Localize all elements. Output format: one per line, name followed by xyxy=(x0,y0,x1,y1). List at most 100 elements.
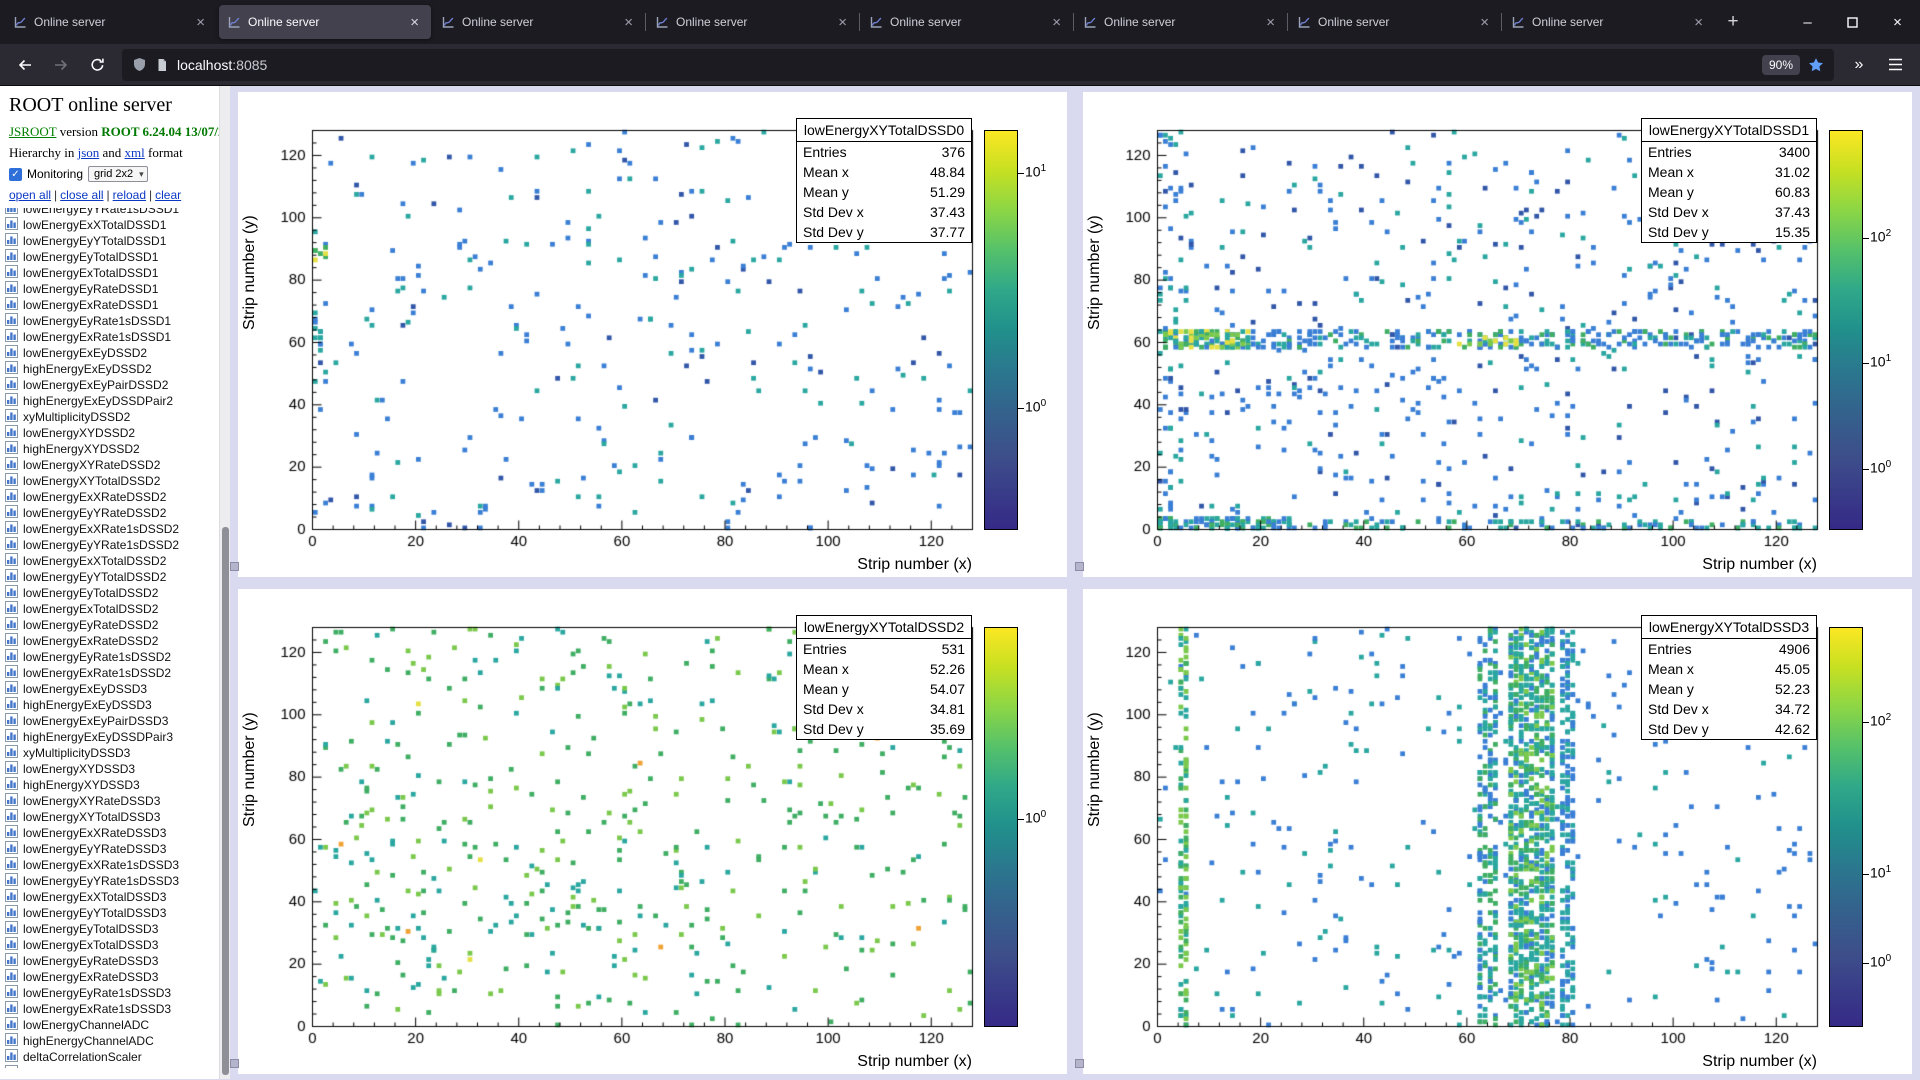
browser-tab[interactable]: Online server× xyxy=(647,5,859,39)
tree-item[interactable]: lowEnergyExXTotalDSSD3 xyxy=(0,889,230,905)
tree-item[interactable]: lowEnergyXYRateDSSD2 xyxy=(0,457,230,473)
tree-item[interactable]: highEnergyExEyDSSD3 xyxy=(0,697,230,713)
browser-tab[interactable]: Online server× xyxy=(5,5,217,39)
tab-close-icon[interactable]: × xyxy=(1262,14,1279,31)
browser-tab[interactable]: Online server× xyxy=(433,5,645,39)
tree-item[interactable]: lowEnergyExRateDSSD1 xyxy=(0,297,230,313)
tree-item[interactable]: lowEnergyExRateDSSD2 xyxy=(0,633,230,649)
tree-item[interactable]: lowEnergyExTotalDSSD3 xyxy=(0,937,230,953)
tree-item[interactable]: lowEnergyEyYTotalDSSD2 xyxy=(0,569,230,585)
tree-item[interactable]: lowEnergyXYTotalDSSD2 xyxy=(0,473,230,489)
stats-box[interactable]: lowEnergyXYTotalDSSD3Entries4906Mean x45… xyxy=(1641,615,1817,740)
url-bar[interactable]: localhost:8085 90% xyxy=(122,49,1834,81)
sidebar-action-open-all[interactable]: open all xyxy=(9,188,51,202)
tab-close-icon[interactable]: × xyxy=(192,14,209,31)
tree-item[interactable]: lowEnergyExEyPairDSSD2 xyxy=(0,377,230,393)
zoom-indicator[interactable]: 90% xyxy=(1762,55,1800,75)
overflow-chevron-button[interactable]: » xyxy=(1842,49,1876,81)
tree-item[interactable]: lowEnergyExXTotalDSSD2 xyxy=(0,553,230,569)
tree-item[interactable]: lowEnergyExXRateDSSD3 xyxy=(0,825,230,841)
stats-box[interactable]: lowEnergyXYTotalDSSD1Entries3400Mean x31… xyxy=(1641,118,1817,243)
tree-item[interactable]: lowEnergyEyYTotalDSSD1 xyxy=(0,233,230,249)
tree-item[interactable]: highEnergyChannelADC xyxy=(0,1033,230,1049)
tree-item[interactable]: highEnergyXYDSSD2 xyxy=(0,441,230,457)
tab-close-icon[interactable]: × xyxy=(834,14,851,31)
tree-item[interactable]: lowEnergyEyYRate1sDSSD1 xyxy=(0,208,230,217)
sidebar-scrollbar[interactable] xyxy=(219,86,230,1079)
tree-item[interactable]: lowEnergyEyRate1sDSSD3 xyxy=(0,985,230,1001)
sidebar-action-reload[interactable]: reload xyxy=(113,188,146,202)
tree-item[interactable]: lowEnergyExTotalDSSD2 xyxy=(0,601,230,617)
tree-item[interactable]: lowEnergyExEyPairDSSD3 xyxy=(0,713,230,729)
back-button[interactable] xyxy=(8,49,42,81)
minimize-button[interactable]: – xyxy=(1785,0,1830,44)
tree-item[interactable]: highEnergyXYDSSD3 xyxy=(0,777,230,793)
reload-button[interactable] xyxy=(80,49,114,81)
stats-box[interactable]: lowEnergyXYTotalDSSD0Entries376Mean x48.… xyxy=(796,118,972,243)
pad-resize-handle[interactable] xyxy=(230,1059,239,1068)
tree-item[interactable]: xyMultiplicityDSSD3 xyxy=(0,745,230,761)
tree-item[interactable]: deltaCorrelationScaler xyxy=(0,1049,230,1065)
tree-item[interactable]: lowEnergyEyYRate1sDSSD3 xyxy=(0,873,230,889)
tree-item[interactable]: lowEnergyExEyDSSD3 xyxy=(0,681,230,697)
tree-item[interactable]: lowEnergyEyRate1sDSSD2 xyxy=(0,649,230,665)
tree-item[interactable]: lowEnergyExTotalDSSD1 xyxy=(0,265,230,281)
xml-link[interactable]: xml xyxy=(125,145,145,160)
tree-item[interactable]: lowEnergyExRate1sDSSD3 xyxy=(0,1001,230,1017)
monitoring-checkbox[interactable]: ✓ xyxy=(9,168,22,181)
tree-item[interactable]: lowEnergyExRateDSSD3 xyxy=(0,969,230,985)
tree-item[interactable]: highEnergyExEyDSSD2 xyxy=(0,361,230,377)
tree-item[interactable]: lowEnergyXYDSSD3 xyxy=(0,761,230,777)
tree-item[interactable]: lowEnergyEyRateDSSD3 xyxy=(0,953,230,969)
page-info-icon[interactable] xyxy=(155,58,169,72)
tree-item[interactable]: lowEnergyEyYRateDSSD3 xyxy=(0,841,230,857)
tree-item[interactable]: lowEnergyExXRateDSSD2 xyxy=(0,489,230,505)
tree-item[interactable]: lowEnergyEyTotalDSSD2 xyxy=(0,585,230,601)
menu-button[interactable] xyxy=(1878,49,1912,81)
browser-tab[interactable]: Online server× xyxy=(1503,5,1715,39)
tree-item[interactable]: lowEnergyEyYRate1sDSSD2 xyxy=(0,537,230,553)
tree-item[interactable]: lowEnergyEyRate1sDSSD1 xyxy=(0,313,230,329)
tree-item[interactable]: lowEnergyExXRate1sDSSD2 xyxy=(0,521,230,537)
tree-item[interactable]: highEnergyExEyDSSDPair2 xyxy=(0,393,230,409)
tree-item[interactable]: lowEnergyChannelADC xyxy=(0,1017,230,1033)
tab-close-icon[interactable]: × xyxy=(1690,14,1707,31)
bookmark-star-icon[interactable] xyxy=(1808,57,1824,73)
tree-item[interactable]: lowEnergyHitPattern xyxy=(0,1065,230,1068)
tree-item[interactable]: lowEnergyExRate1sDSSD2 xyxy=(0,665,230,681)
jsroot-link[interactable]: JSROOT xyxy=(9,124,56,139)
scrollbar-thumb[interactable] xyxy=(222,527,229,1075)
browser-tab[interactable]: Online server× xyxy=(219,5,431,39)
tab-close-icon[interactable]: × xyxy=(1048,14,1065,31)
browser-tab[interactable]: Online server× xyxy=(1075,5,1287,39)
browser-tab[interactable]: Online server× xyxy=(1289,5,1501,39)
pad-resize-handle[interactable] xyxy=(1075,1059,1084,1068)
shield-icon[interactable] xyxy=(132,57,147,72)
maximize-button[interactable] xyxy=(1830,0,1875,44)
sidebar-action-clear[interactable]: clear xyxy=(155,188,181,202)
tree-item[interactable]: lowEnergyXYTotalDSSD3 xyxy=(0,809,230,825)
close-window-button[interactable]: × xyxy=(1875,0,1920,44)
tree-item[interactable]: xyMultiplicityDSSD2 xyxy=(0,409,230,425)
tree-item[interactable]: lowEnergyEyRateDSSD2 xyxy=(0,617,230,633)
tree-item[interactable]: lowEnergyExRate1sDSSD1 xyxy=(0,329,230,345)
browser-tab[interactable]: Online server× xyxy=(861,5,1073,39)
stats-box[interactable]: lowEnergyXYTotalDSSD2Entries531Mean x52.… xyxy=(796,615,972,740)
grid-layout-select[interactable]: grid 2x2▾ xyxy=(88,166,148,182)
json-link[interactable]: json xyxy=(78,145,100,160)
tree-item[interactable]: lowEnergyEyRateDSSD1 xyxy=(0,281,230,297)
tree-item[interactable]: lowEnergyXYDSSD2 xyxy=(0,425,230,441)
tree-item[interactable]: highEnergyExEyDSSDPair3 xyxy=(0,729,230,745)
pad-resize-handle[interactable] xyxy=(230,562,239,571)
sidebar-action-close-all[interactable]: close all xyxy=(60,188,103,202)
tree-item[interactable]: lowEnergyXYRateDSSD3 xyxy=(0,793,230,809)
tab-close-icon[interactable]: × xyxy=(620,14,637,31)
tree-item[interactable]: lowEnergyExXRate1sDSSD3 xyxy=(0,857,230,873)
tree-item[interactable]: lowEnergyEyTotalDSSD1 xyxy=(0,249,230,265)
forward-button[interactable] xyxy=(44,49,78,81)
tree-item[interactable]: lowEnergyEyYTotalDSSD3 xyxy=(0,905,230,921)
tree-item[interactable]: lowEnergyEyYRateDSSD2 xyxy=(0,505,230,521)
tree-item[interactable]: lowEnergyExEyDSSD2 xyxy=(0,345,230,361)
new-tab-button[interactable]: + xyxy=(1716,5,1750,39)
tab-close-icon[interactable]: × xyxy=(406,14,423,31)
